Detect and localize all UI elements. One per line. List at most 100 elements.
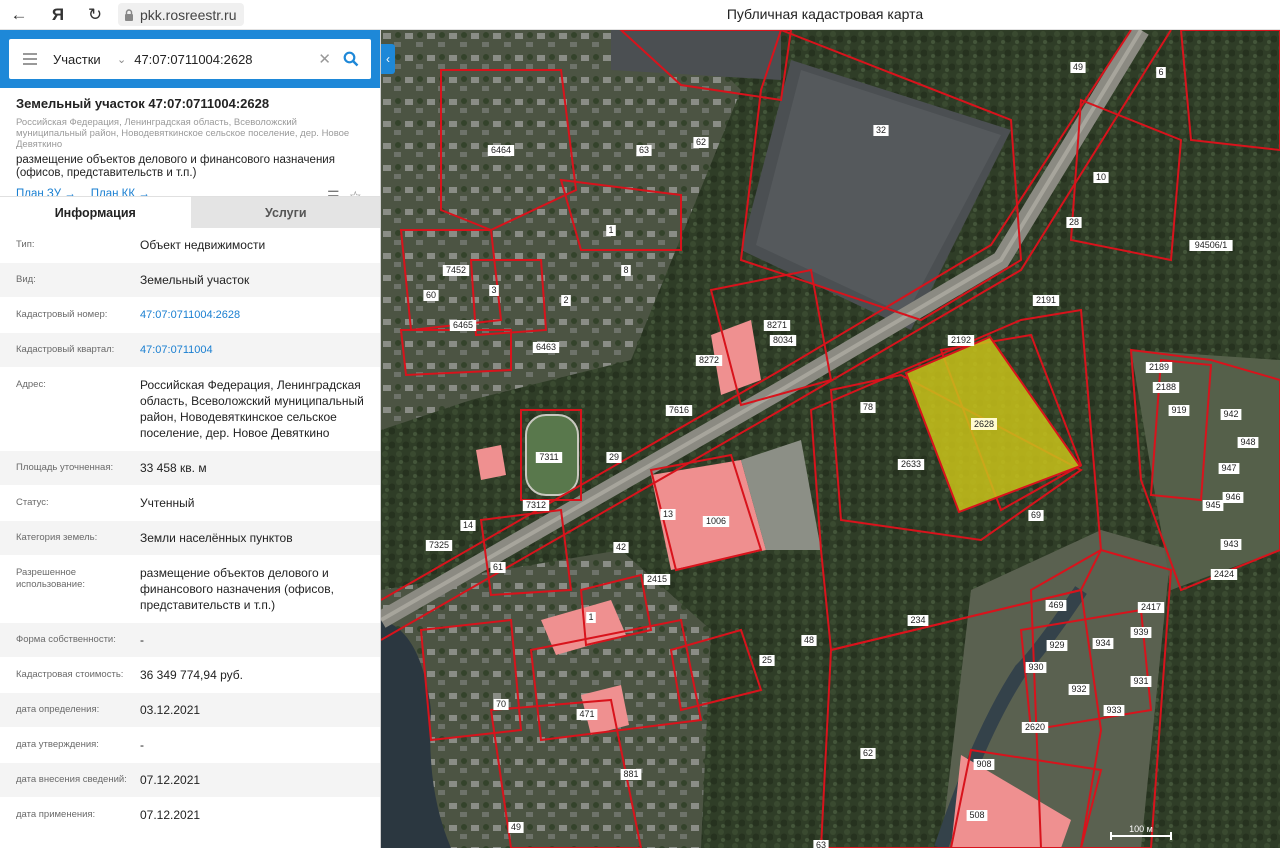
parcel-label[interactable]: 48	[804, 635, 814, 645]
scale-label: 100 м	[1129, 824, 1153, 834]
info-row: дата внесения сведений: 07.12.2021	[0, 763, 380, 798]
parcel-label[interactable]: 2424	[1214, 569, 1234, 579]
parcel-label[interactable]: 947	[1221, 463, 1236, 473]
tabs: Информация Услуги	[0, 196, 380, 228]
parcel-label[interactable]: 63	[639, 145, 649, 155]
parcel-label[interactable]: 2189	[1149, 362, 1169, 372]
parcel-label[interactable]: 6465	[453, 320, 473, 330]
parcel-label[interactable]: 2633	[901, 459, 921, 469]
parcel-label[interactable]: 62	[863, 748, 873, 758]
parcel-label[interactable]: 2188	[1156, 382, 1176, 392]
info-row: Разрешенное использование: размещение объ…	[0, 556, 380, 623]
info-row: дата определения: 03.12.2021	[0, 693, 380, 728]
parcel-label[interactable]: 49	[511, 822, 521, 832]
parcel-label[interactable]: 471	[579, 709, 594, 719]
parcel-label[interactable]: 2	[563, 295, 568, 305]
parcel-label[interactable]: 2191	[1036, 295, 1056, 305]
parcel-label[interactable]: 69	[1031, 510, 1041, 520]
parcel-label[interactable]: 6464	[491, 145, 511, 155]
parcel-label[interactable]: 8034	[773, 335, 793, 345]
parcel-label[interactable]: 7452	[446, 265, 466, 275]
parcel-label[interactable]: 7312	[526, 500, 546, 510]
search-input[interactable]: 47:07:0711004:2628	[134, 52, 318, 67]
parcel-label[interactable]: 930	[1028, 662, 1043, 672]
parcel-label[interactable]: 945	[1205, 500, 1220, 510]
map-canvas[interactable]: 2628 32649102894506/1219121926464 6362187…	[381, 30, 1280, 848]
info-row-value: 07.12.2021	[140, 773, 201, 787]
info-row-label: Статус:	[16, 497, 49, 508]
parcel-label[interactable]: 78	[863, 402, 873, 412]
parcel-label[interactable]: 508	[969, 810, 984, 820]
parcel-label[interactable]: 3	[491, 285, 496, 295]
clear-icon[interactable]: ✕	[318, 50, 331, 68]
info-sidebar: Участки ⌄ 47:07:0711004:2628 ✕ Земельный…	[0, 30, 381, 848]
parcel-label[interactable]: 7311	[539, 452, 558, 462]
parcel-label[interactable]: 7325	[429, 540, 449, 550]
tab-services[interactable]: Услуги	[190, 197, 380, 228]
parcel-label[interactable]: 939	[1133, 627, 1148, 637]
parcel-label[interactable]: 942	[1223, 409, 1238, 419]
parcel-label[interactable]: 2417	[1141, 602, 1161, 612]
parcel-label[interactable]: 94506/1	[1195, 240, 1228, 250]
parcel-label[interactable]: 29	[609, 452, 619, 462]
parcel-label[interactable]: 60	[426, 290, 436, 300]
parcel-label[interactable]: 14	[463, 520, 473, 530]
parcel-label[interactable]: 881	[623, 769, 638, 779]
parcel-label[interactable]: 2415	[647, 574, 667, 584]
parcel-label[interactable]: 61	[493, 562, 503, 572]
parcel-label[interactable]: 934	[1095, 638, 1110, 648]
parcel-label[interactable]: 908	[976, 759, 991, 769]
cadastral-map[interactable]: 2628 32 6 49 10 28 94506/1 2191 2192 6464 63 62 1 8 7…	[381, 30, 1280, 848]
menu-icon[interactable]	[23, 53, 37, 65]
parcel-label[interactable]: 933	[1106, 705, 1121, 715]
parcel-label[interactable]: 234	[910, 615, 925, 625]
parcel-label[interactable]: 6463	[536, 342, 556, 352]
parcel-label[interactable]: 6	[1158, 67, 1163, 77]
parcel-label[interactable]: 1006	[706, 516, 726, 526]
info-row-value: -	[140, 633, 144, 647]
parcel-label[interactable]: 25	[762, 655, 772, 665]
parcel-label[interactable]: 32	[876, 125, 886, 135]
info-row: Категория земель: Земли населённых пункто…	[0, 521, 380, 556]
parcel-label[interactable]: 469	[1048, 600, 1063, 610]
parcel-label[interactable]: 919	[1171, 405, 1186, 415]
selected-parcel-label: 2628	[974, 419, 994, 429]
parcel-label[interactable]: 70	[496, 699, 506, 709]
info-row-link[interactable]: 47:07:0711004	[140, 342, 372, 358]
parcel-label[interactable]: 7616	[669, 405, 689, 415]
search-icon[interactable]	[343, 51, 359, 67]
info-row-link[interactable]: 47:07:0711004:2628	[140, 307, 372, 323]
parcel-label[interactable]: 929	[1049, 640, 1064, 650]
parcel-label[interactable]: 2620	[1025, 722, 1045, 732]
tab-info[interactable]: Информация	[0, 197, 191, 228]
browser-toolbar: ← Я ↻ pkk.rosreestr.ru Публичная кадастр…	[0, 0, 1280, 30]
info-row: дата утверждения: -	[0, 728, 380, 763]
info-row-label: Кадастровый номер:	[16, 309, 108, 320]
chevron-down-icon[interactable]: ⌄	[117, 53, 126, 66]
parcel-label[interactable]: 8	[623, 265, 628, 275]
parcel-label[interactable]: 28	[1069, 217, 1079, 227]
info-row-label: Форма собственности:	[16, 634, 116, 645]
parcel-label[interactable]: 948	[1240, 437, 1255, 447]
info-row-label: Адрес:	[16, 379, 46, 390]
parcel-label[interactable]: 42	[616, 542, 626, 552]
parcel-label[interactable]: 49	[1073, 62, 1083, 72]
object-header: Земельный участок 47:07:0711004:2628 Рос…	[0, 88, 380, 204]
parcel-label[interactable]: 8272	[699, 355, 719, 365]
info-row-value: 33 458 кв. м	[140, 461, 207, 475]
parcel-label[interactable]: 8271	[767, 320, 787, 330]
parcel-label[interactable]: 946	[1225, 492, 1240, 502]
parcel-label[interactable]: 1	[608, 225, 613, 235]
parcel-label[interactable]: 1	[588, 612, 593, 622]
object-address: Российская Федерация, Ленинградская обла…	[16, 117, 350, 150]
parcel-label[interactable]: 62	[696, 137, 706, 147]
parcel-label[interactable]: 2192	[951, 335, 971, 345]
search-type-select[interactable]: Участки	[53, 52, 111, 67]
parcel-label[interactable]: 10	[1096, 172, 1106, 182]
parcel-label[interactable]: 63	[816, 840, 826, 848]
parcel-label[interactable]: 13	[663, 509, 673, 519]
parcel-label[interactable]: 931	[1133, 676, 1148, 686]
parcel-label[interactable]: 943	[1223, 539, 1238, 549]
parcel-label[interactable]: 932	[1071, 684, 1086, 694]
collapse-panel-button[interactable]: ‹	[381, 44, 395, 74]
